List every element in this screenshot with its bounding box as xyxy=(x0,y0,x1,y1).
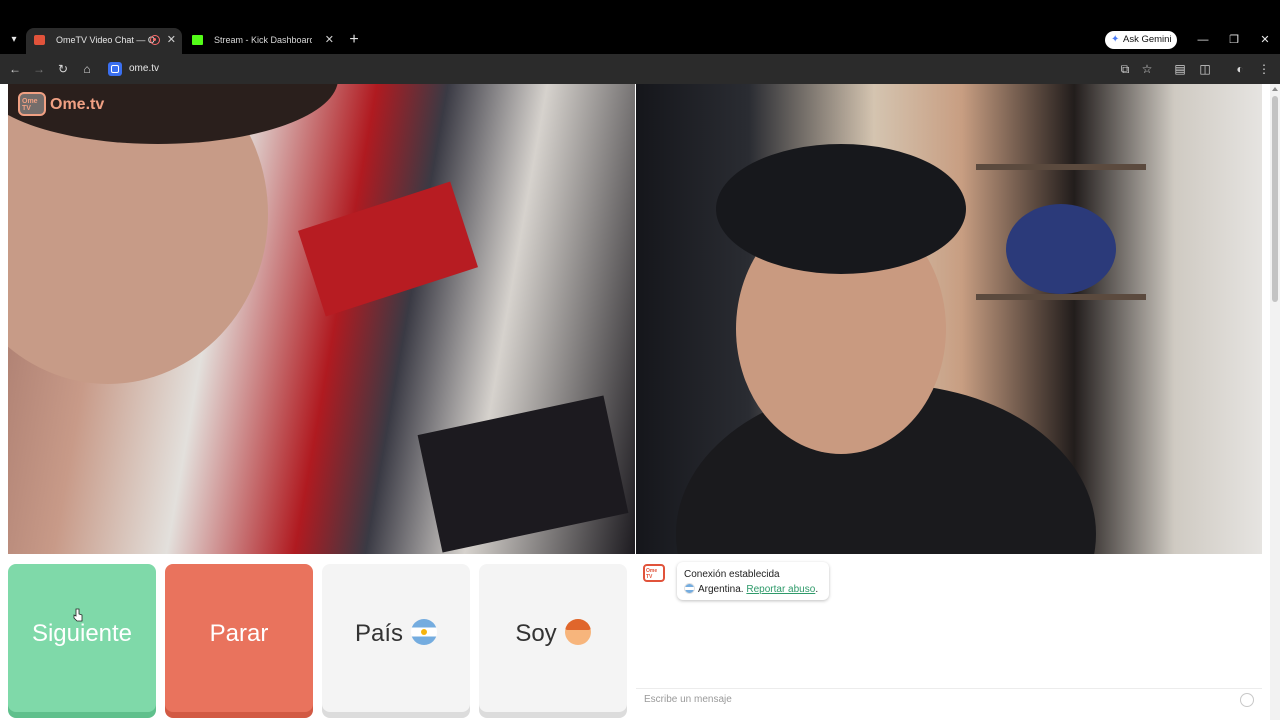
report-abuse-link[interactable]: Reportar abuso xyxy=(746,584,815,595)
home-icon[interactable]: ⌂ xyxy=(77,59,97,79)
browser-menu-icon[interactable]: ⋮ xyxy=(1254,59,1274,79)
tab-title: OmeTV Video Chat — Omegle xyxy=(56,35,154,45)
forward-arrow-icon[interactable]: → xyxy=(29,59,49,79)
connection-status-text: Conexión establecida xyxy=(684,569,780,580)
browser-tab-strip: ▾ OmeTV Video Chat — Omegle ✕ Stream - K… xyxy=(0,0,1280,54)
ometv-logo-text: Ome.tv xyxy=(50,96,105,113)
address-bar[interactable]: ome.tv xyxy=(102,57,1162,81)
boy-emoji-icon xyxy=(564,618,591,645)
stop-button-label: Parar xyxy=(209,620,269,647)
tab-ometv[interactable]: OmeTV Video Chat — Omegle ✕ xyxy=(26,28,182,54)
next-button[interactable]: Siguiente xyxy=(8,564,156,712)
stop-button[interactable]: Parar xyxy=(165,564,313,712)
kick-favicon-icon xyxy=(192,35,203,45)
next-button-label: Siguiente xyxy=(31,620,133,647)
ometv-logo-tv-icon: Ome TV xyxy=(18,92,46,116)
message-input[interactable]: Escribe un mensaje xyxy=(636,688,1262,710)
minimize-icon[interactable]: — xyxy=(1192,30,1214,50)
emoji-picker-icon[interactable] xyxy=(1240,693,1254,707)
url-text: ome.tv xyxy=(129,63,160,74)
system-message: Conexión establecida Argentina. Reportar… xyxy=(677,562,829,600)
message-input-placeholder: Escribe un mensaje xyxy=(644,694,732,705)
new-tab-plus-icon[interactable]: + xyxy=(346,30,362,50)
bookmark-star-icon[interactable]: ☆ xyxy=(1137,59,1157,79)
ask-gemini-button[interactable]: ✦ Ask Gemini xyxy=(1105,31,1177,49)
hand-cursor-icon xyxy=(73,608,83,622)
stranger-video-feed: Ome TV Ome.tv xyxy=(8,84,635,554)
scrollbar-thumb[interactable] xyxy=(1272,96,1278,302)
tab-search-chevron-icon[interactable]: ▾ xyxy=(6,32,22,48)
restore-icon[interactable]: ❐ xyxy=(1223,30,1245,50)
gender-select-button[interactable]: Soy xyxy=(479,564,627,712)
argentina-flag-icon xyxy=(684,583,695,594)
tab-search-icon[interactable]: ▤ xyxy=(1170,59,1190,79)
ometv-page: Ome TV Ome.tv Siguiente Parar País Soy O… xyxy=(0,84,1270,720)
tab-title: Stream - Kick Dashboard xyxy=(214,35,312,45)
video-shelf xyxy=(976,294,1146,300)
video-helmet xyxy=(1006,204,1116,294)
browser-toolbar: ← → ↻ ⌂ ome.tv ⧉ ☆ ▤ ◫ ◐ ⋮ xyxy=(0,54,1280,84)
partner-country-line: Argentina. Reportar abuso. xyxy=(684,582,829,597)
self-webcam-feed xyxy=(636,84,1262,554)
gender-button-label: Soy xyxy=(515,620,557,647)
cast-icon[interactable]: ⧉ xyxy=(1115,59,1135,79)
site-info-icon[interactable] xyxy=(108,62,122,76)
argentina-flag-icon xyxy=(411,618,438,645)
page-scrollbar[interactable] xyxy=(1270,84,1280,720)
video-sweater-stripe xyxy=(298,181,478,317)
country-filter-button[interactable]: País xyxy=(322,564,470,712)
extensions-puzzle-icon[interactable]: ◫ xyxy=(1195,59,1215,79)
close-tab-icon[interactable]: ✕ xyxy=(325,28,334,52)
reload-icon[interactable]: ↻ xyxy=(53,59,73,79)
recording-indicator-icon xyxy=(150,35,160,45)
profile-avatar-icon[interactable]: ◐ xyxy=(1230,59,1250,79)
video-dark-area xyxy=(417,395,629,553)
self-headset xyxy=(716,144,966,274)
ometv-chat-logo-icon: Ome TV xyxy=(643,564,665,582)
tab-kick-dashboard[interactable]: Stream - Kick Dashboard ✕ xyxy=(184,28,340,54)
video-shelf xyxy=(976,164,1146,170)
chat-panel: Ome TV Conexión establecida Argentina. R… xyxy=(636,554,1262,720)
scroll-up-arrow-icon[interactable] xyxy=(1272,87,1278,91)
ask-gemini-label: Ask Gemini xyxy=(1123,34,1172,45)
window-close-icon[interactable]: ✕ xyxy=(1254,30,1276,50)
back-arrow-icon[interactable]: ← xyxy=(5,59,25,79)
country-button-label: País xyxy=(354,620,404,647)
close-tab-icon[interactable]: ✕ xyxy=(167,28,176,52)
partner-country: Argentina. xyxy=(698,584,744,595)
ometv-favicon-icon xyxy=(34,35,45,45)
gemini-sparkle-icon: ✦ xyxy=(1111,34,1120,45)
